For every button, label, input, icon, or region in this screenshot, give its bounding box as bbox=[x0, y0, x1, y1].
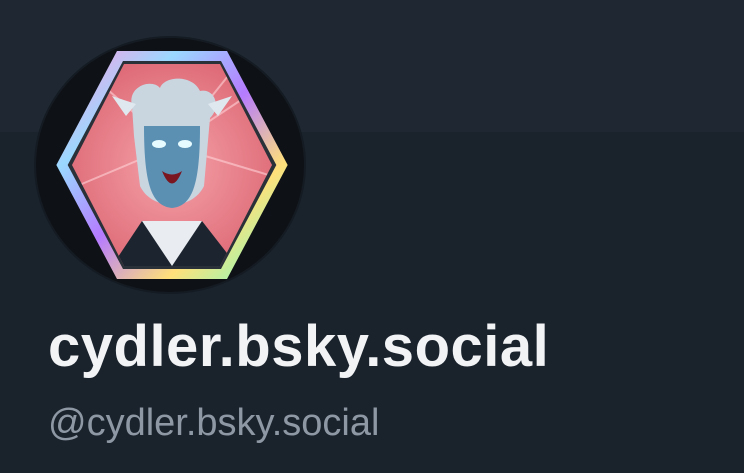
display-name: cydler.bsky.social bbox=[48, 314, 550, 379]
profile-handle: @cydler.bsky.social bbox=[48, 402, 380, 444]
avatar[interactable] bbox=[32, 36, 308, 294]
hexagon-character-portrait-icon bbox=[34, 36, 306, 294]
